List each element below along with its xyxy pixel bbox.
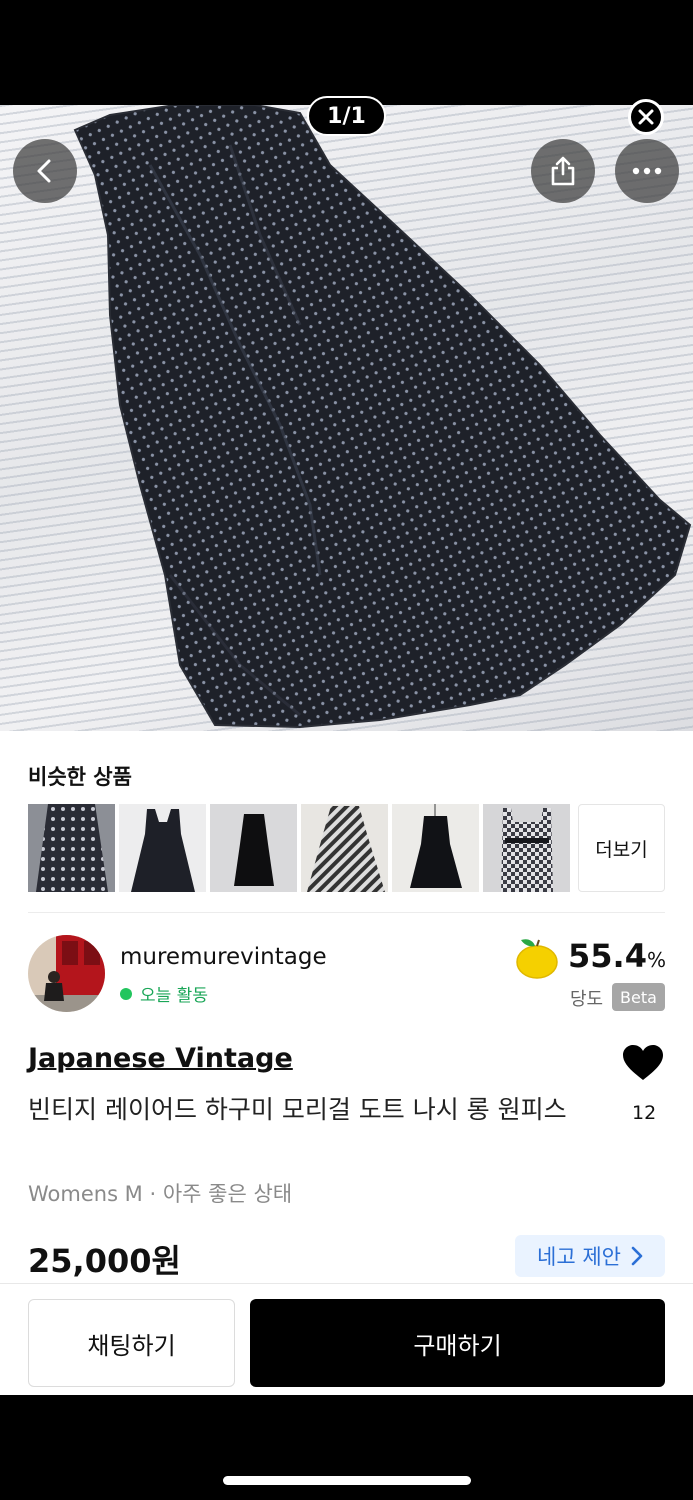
see-more-button[interactable]: 더보기 [578, 804, 665, 892]
close-button[interactable] [628, 99, 664, 135]
status-bar-area [0, 0, 693, 105]
sweetness-unit: % [646, 948, 666, 972]
similar-product-thumb[interactable] [119, 804, 206, 892]
heart-icon[interactable] [622, 1044, 664, 1082]
product-photo[interactable] [0, 105, 693, 731]
product-brand[interactable]: Japanese Vintage [28, 1043, 293, 1074]
activity-label: 오늘 활동 [140, 986, 208, 1006]
similar-products-list [28, 804, 570, 892]
negotiate-button[interactable]: 네고 제안 [515, 1235, 665, 1277]
lemon-icon [516, 939, 558, 979]
home-indicator[interactable] [223, 1476, 471, 1485]
product-title: 빈티지 레이어드 하구미 모리걸 도트 나시 롱 원피스 [28, 1095, 567, 1124]
close-icon [638, 109, 654, 125]
more-horizontal-icon [632, 167, 662, 175]
image-counter: 1/1 [307, 96, 386, 136]
chat-button[interactable]: 채팅하기 [28, 1299, 235, 1387]
share-button[interactable] [531, 139, 595, 203]
product-price: 25,000원 [28, 1242, 181, 1280]
seller-avatar[interactable] [28, 935, 105, 1012]
beta-badge: Beta [612, 983, 665, 1011]
product-meta: Womens M · 아주 좋은 상태 [28, 1182, 293, 1206]
sweetness-score: 55.4% [568, 937, 666, 975]
seller-name[interactable]: muremurevintage [120, 944, 327, 970]
share-icon [551, 156, 575, 186]
chevron-left-icon [37, 159, 51, 183]
back-button[interactable] [13, 139, 77, 203]
more-options-button[interactable] [615, 139, 679, 203]
similar-product-thumb[interactable] [28, 804, 115, 892]
negotiate-label: 네고 제안 [537, 1245, 621, 1269]
divider [28, 912, 665, 913]
similar-product-thumb[interactable] [210, 804, 297, 892]
like-count: 12 [632, 1102, 657, 1124]
buy-button[interactable]: 구매하기 [250, 1299, 665, 1387]
online-dot-icon [120, 987, 132, 1000]
divider [0, 1283, 693, 1284]
sweetness-label: 당도 [570, 989, 604, 1010]
similar-product-thumb[interactable] [301, 804, 388, 892]
chevron-right-icon [631, 1246, 643, 1266]
similar-products-title: 비슷한 상품 [28, 765, 132, 789]
similar-product-thumb[interactable] [483, 804, 570, 892]
similar-product-thumb[interactable] [392, 804, 479, 892]
sweetness-value: 55.4 [568, 937, 647, 975]
seller-activity: 오늘 활동 [120, 981, 208, 1006]
product-detail: 비슷한 상품 더보기 muremurevintage 오늘 활동 55.4% 당… [0, 731, 693, 1395]
dress-image [73, 105, 692, 729]
